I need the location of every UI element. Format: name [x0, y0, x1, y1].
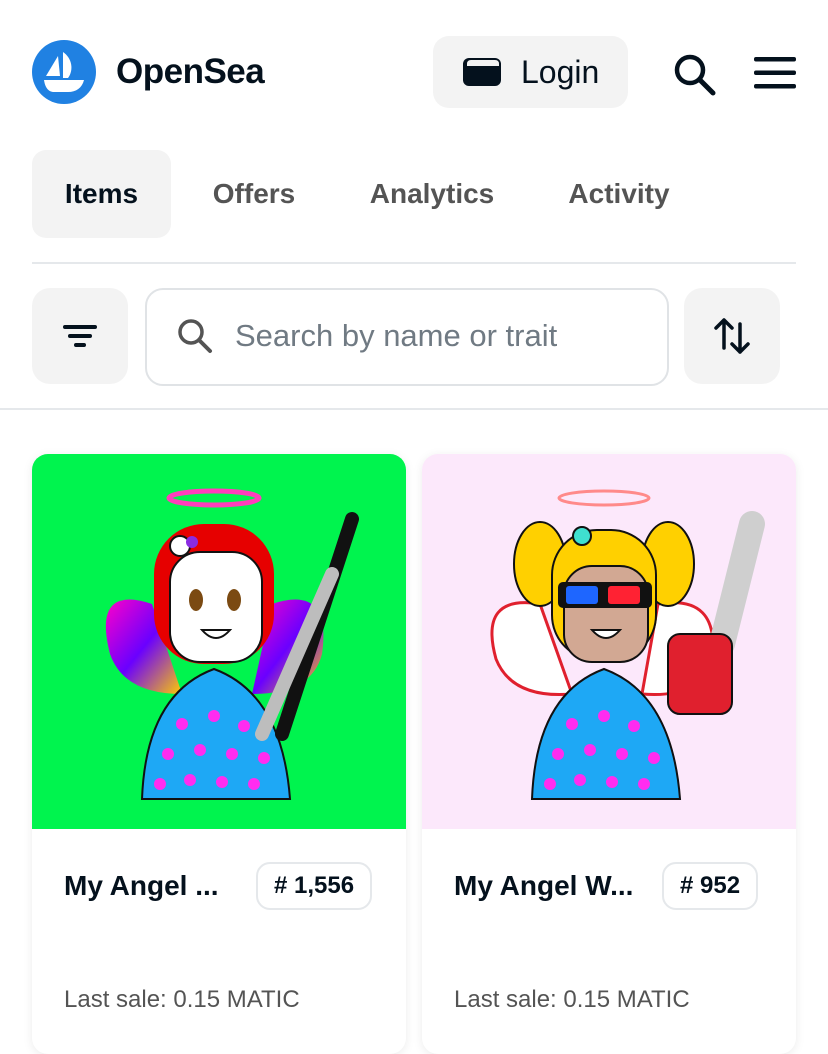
filter-button[interactable] — [32, 288, 128, 384]
tab-analytics[interactable]: Analytics — [350, 150, 514, 238]
tab-activity[interactable]: Activity — [548, 150, 690, 238]
search-field[interactable] — [145, 288, 669, 386]
tab-offers[interactable]: Offers — [192, 150, 316, 238]
filter-icon — [63, 325, 97, 347]
item-name: My Angel W... — [454, 870, 634, 901]
search-input[interactable] — [235, 310, 645, 362]
brand-name[interactable]: OpenSea — [116, 48, 265, 96]
last-sale: Last sale: 0.15 MATIC — [454, 986, 690, 1013]
last-sale: Last sale: 0.15 MATIC — [64, 986, 300, 1013]
tabs-divider — [32, 262, 796, 264]
tab-items[interactable]: Items — [32, 150, 171, 238]
item-name: My Angel ... — [64, 870, 219, 901]
sort-icon — [714, 318, 750, 354]
nft-image[interactable] — [422, 454, 796, 829]
sort-button[interactable] — [684, 288, 780, 384]
nft-image[interactable] — [32, 454, 406, 829]
toolbar-divider — [0, 408, 828, 410]
login-label: Login — [521, 54, 600, 90]
tab-bar: Items Offers Analytics Activity — [32, 150, 796, 238]
search-icon — [178, 319, 212, 353]
nft-card[interactable]: My Angel W... # 952 Last sale: 0.15 MATI… — [422, 454, 796, 1054]
wallet-icon — [461, 54, 503, 95]
search-icon[interactable] — [672, 52, 716, 96]
login-button[interactable]: Login — [433, 36, 628, 108]
nft-card[interactable]: My Angel ... # 1,556 Last sale: 0.15 MAT… — [32, 454, 406, 1054]
token-badge: # 1,556 — [256, 862, 373, 910]
token-badge: # 952 — [662, 862, 759, 910]
menu-icon[interactable] — [752, 56, 798, 90]
top-header: OpenSea Login — [0, 0, 828, 140]
opensea-logo-icon[interactable] — [32, 40, 96, 104]
